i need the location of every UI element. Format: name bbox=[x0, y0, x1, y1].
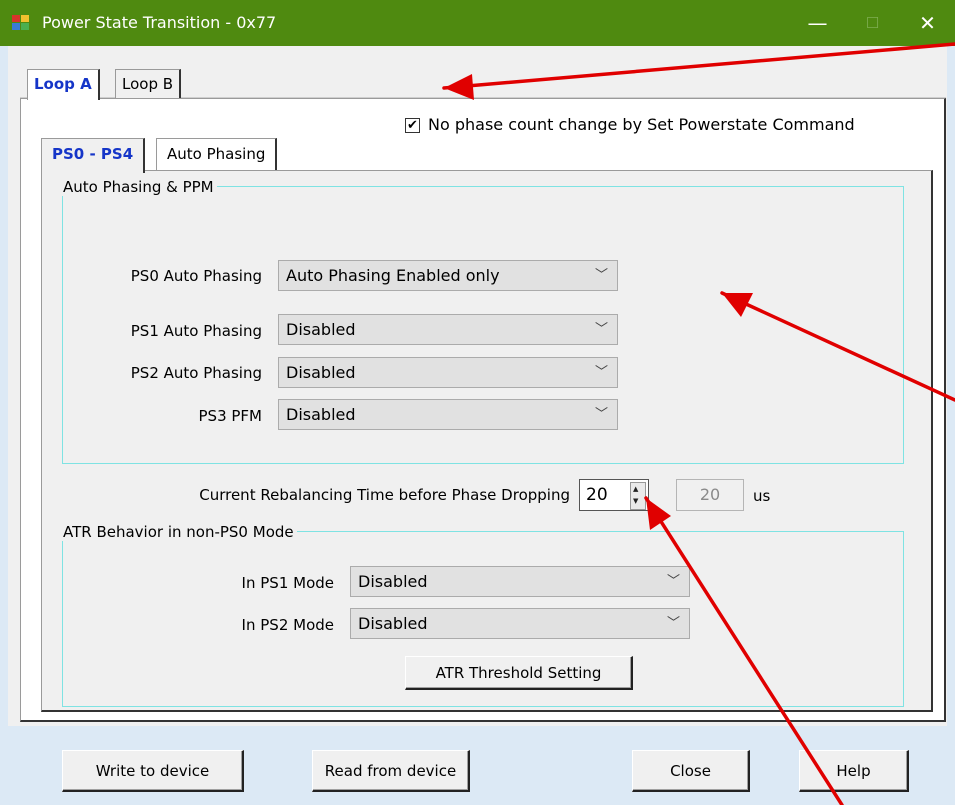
ps0-auto-phasing-label: PS0 Auto Phasing bbox=[130, 267, 262, 285]
tab-loop-b[interactable]: Loop B bbox=[115, 69, 182, 99]
ps0-auto-phasing-select[interactable]: Auto Phasing Enabled only ﹀ bbox=[278, 260, 618, 291]
minimize-button[interactable]: — bbox=[790, 0, 845, 46]
rebalancing-time-value[interactable]: 20 bbox=[586, 485, 608, 505]
read-from-device-button[interactable]: Read from device bbox=[312, 750, 470, 792]
ps1-auto-phasing-select[interactable]: Disabled ﹀ bbox=[278, 314, 618, 345]
chevron-down-icon: ﹀ bbox=[666, 616, 680, 631]
ps2-mode-label: In PS2 Mode bbox=[241, 616, 334, 634]
auto-phasing-ppm-group-title: Auto Phasing & PPM bbox=[60, 178, 217, 196]
ps1-mode-label: In PS1 Mode bbox=[241, 574, 334, 592]
ps1-auto-phasing-label: PS1 Auto Phasing bbox=[130, 322, 262, 340]
tab-auto-phasing[interactable]: Auto Phasing bbox=[156, 138, 278, 171]
spin-down-icon[interactable]: ▼ bbox=[633, 498, 638, 505]
rebalancing-time-label: Current Rebalancing Time before Phase Dr… bbox=[199, 486, 570, 504]
ps2-auto-phasing-label: PS2 Auto Phasing bbox=[130, 364, 262, 382]
close-button[interactable]: Close bbox=[632, 750, 750, 792]
chevron-down-icon: ﹀ bbox=[594, 407, 608, 422]
ps2-auto-phasing-value: Disabled bbox=[286, 363, 356, 382]
chevron-down-icon: ﹀ bbox=[594, 268, 608, 283]
no-phase-change-checkbox[interactable]: ✔ bbox=[405, 118, 420, 133]
ps2-auto-phasing-select[interactable]: Disabled ﹀ bbox=[278, 357, 618, 388]
stepper-buttons[interactable]: ▲ ▼ bbox=[630, 482, 646, 510]
ps1-mode-select[interactable]: Disabled ﹀ bbox=[350, 566, 690, 597]
ps1-mode-value: Disabled bbox=[358, 572, 428, 591]
write-to-device-button[interactable]: Write to device bbox=[62, 750, 244, 792]
rebalancing-time-unit: us bbox=[753, 487, 771, 505]
maximize-button: ☐ bbox=[865, 14, 880, 32]
window-title: Power State Transition - 0x77 bbox=[42, 13, 277, 32]
app-icon bbox=[12, 15, 30, 31]
close-window-button[interactable]: ✕ bbox=[900, 0, 955, 46]
ps3-pfm-label: PS3 PFM bbox=[198, 407, 263, 425]
ps3-pfm-value: Disabled bbox=[286, 405, 356, 424]
tab-ps0-ps4[interactable]: PS0 - PS4 bbox=[41, 138, 146, 173]
tab-loop-a[interactable]: Loop A bbox=[27, 69, 100, 100]
spin-up-icon[interactable]: ▲ bbox=[633, 486, 638, 493]
rebalancing-time-stepper[interactable]: 20 ▲ ▼ bbox=[579, 479, 649, 511]
chevron-down-icon: ﹀ bbox=[594, 365, 608, 380]
no-phase-change-label[interactable]: No phase count change by Set Powerstate … bbox=[428, 115, 855, 134]
ps0-auto-phasing-value: Auto Phasing Enabled only bbox=[286, 266, 500, 285]
ps2-mode-select[interactable]: Disabled ﹀ bbox=[350, 608, 690, 639]
help-button[interactable]: Help bbox=[799, 750, 909, 792]
atr-behavior-group-title: ATR Behavior in non-PS0 Mode bbox=[60, 523, 297, 541]
chevron-down-icon: ﹀ bbox=[666, 574, 680, 589]
ps3-pfm-select[interactable]: Disabled ﹀ bbox=[278, 399, 618, 430]
title-bar[interactable]: Power State Transition - 0x77 — ☐ ✕ bbox=[0, 0, 955, 46]
atr-threshold-setting-button[interactable]: ATR Threshold Setting bbox=[405, 656, 633, 690]
chevron-down-icon: ﹀ bbox=[594, 322, 608, 337]
ps2-mode-value: Disabled bbox=[358, 614, 428, 633]
ps1-auto-phasing-value: Disabled bbox=[286, 320, 356, 339]
rebalancing-time-readback: 20 bbox=[676, 479, 744, 511]
